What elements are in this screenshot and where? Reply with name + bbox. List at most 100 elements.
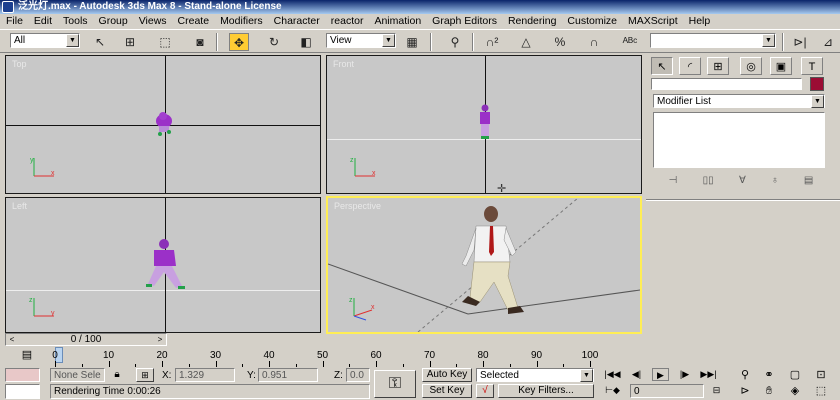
menu-group[interactable]: Group (99, 14, 128, 29)
next-frame-icon[interactable]: |▶ (676, 368, 693, 381)
window-crossing-button[interactable]: ◙ (190, 33, 210, 51)
modifier-stack[interactable] (653, 112, 825, 168)
character-left-view[interactable] (142, 238, 190, 292)
select-and-link-button[interactable]: ⚲ (445, 33, 465, 51)
utilities-tab-icon[interactable]: T (801, 57, 823, 75)
create-tab-icon[interactable]: ↖ (651, 57, 673, 75)
viewport-label[interactable]: Top (12, 59, 27, 69)
menu-character[interactable]: Character (274, 14, 320, 29)
modify-tab-icon[interactable]: ◜ (679, 57, 701, 75)
character-top-view[interactable] (151, 108, 179, 140)
zoom-extents-icon[interactable]: ▢ (786, 368, 804, 382)
pivot-center-button[interactable]: ▦ (402, 33, 422, 51)
auto-key-button[interactable]: Auto Key (422, 368, 472, 382)
time-config-icon[interactable]: ⊟ (708, 384, 725, 397)
z-coord-field[interactable]: 0.0 (346, 368, 370, 382)
display-tab-icon[interactable]: ▣ (770, 57, 792, 75)
toolbar-separator (782, 33, 784, 51)
angle-snap-button[interactable]: △ (516, 33, 536, 51)
menu-file[interactable]: File (6, 14, 23, 29)
menu-create[interactable]: Create (178, 14, 210, 29)
configure-sets-icon[interactable]: ▤ (804, 175, 813, 186)
ruler-tick (322, 361, 324, 367)
next-frame-button[interactable]: > (154, 334, 166, 345)
maximize-viewport-icon[interactable]: ⬚ (812, 384, 830, 398)
set-key-button[interactable]: Set Key (422, 384, 472, 398)
viewport-top[interactable]: Top y x (5, 55, 321, 194)
menu-rendering[interactable]: Rendering (508, 14, 556, 29)
named-selection-dropdown[interactable]: ▼ (650, 33, 776, 48)
rectangle-selection-button[interactable]: ⬚ (155, 33, 175, 51)
motion-tab-icon[interactable]: ◎ (740, 57, 762, 75)
menu-help[interactable]: Help (689, 14, 711, 29)
lock-icon[interactable]: 🔒︎ (110, 368, 124, 382)
menu-views[interactable]: Views (139, 14, 167, 29)
menu-maxscript[interactable]: MAXScript (628, 14, 678, 29)
key-mode-toggle-icon[interactable]: ⊢◆ (604, 384, 621, 397)
current-frame-field[interactable]: 0 (630, 384, 704, 398)
menu-customize[interactable]: Customize (567, 14, 617, 29)
x-coord-label: X: (162, 370, 172, 381)
default-in-out-tangent-icon[interactable]: √ (476, 384, 494, 398)
arc-rotate-icon[interactable]: ◈ (786, 384, 804, 398)
max-listener-mini[interactable] (5, 368, 40, 382)
menu-animation[interactable]: Animation (374, 14, 421, 29)
time-slider[interactable]: 0 / 100 < > (5, 333, 167, 346)
x-coord-field[interactable]: 1.329 (175, 368, 235, 382)
viewport-front[interactable]: Front z x ✛ (326, 55, 642, 194)
key-icon: ⚿ (388, 375, 402, 392)
reference-coord-dropdown[interactable]: View ▼ (326, 33, 396, 48)
set-key-mode-button[interactable]: ⚿ (374, 370, 416, 398)
key-mode-dropdown[interactable]: Selected ▼ (476, 368, 594, 382)
zoom-all-icon[interactable]: ⚭ (760, 368, 778, 382)
snaps-toggle-button[interactable]: ∩² (482, 33, 502, 51)
go-to-end-icon[interactable]: ▶▶| (700, 368, 717, 381)
character-perspective-view[interactable] (446, 204, 536, 320)
menu-edit[interactable]: Edit (34, 14, 52, 29)
align-button[interactable]: ⊿ (818, 33, 838, 51)
object-name-field[interactable] (651, 78, 802, 90)
ruler-tick (483, 361, 484, 367)
select-by-name-button[interactable]: ⊞ (120, 33, 140, 51)
axis-x-label: x (51, 170, 55, 177)
character-front-view[interactable] (475, 104, 495, 142)
viewport-label[interactable]: Left (12, 201, 27, 211)
select-and-scale-button[interactable]: ◧ (296, 33, 316, 51)
viewport-perspective[interactable]: Perspective z x (326, 196, 642, 334)
select-and-move-button[interactable]: ✥ (229, 33, 249, 51)
menu-tools[interactable]: Tools (63, 14, 88, 29)
absolute-mode-toggle-icon[interactable]: ⊞ (136, 368, 154, 382)
select-object-button[interactable]: ↖ (90, 33, 110, 51)
spinner-snap-button[interactable]: ∩ (584, 33, 604, 51)
play-icon[interactable]: ▶ (652, 368, 669, 381)
hierarchy-tab-icon[interactable]: ⊞ (707, 57, 729, 75)
go-to-start-icon[interactable]: |◀◀ (604, 368, 621, 381)
modifier-list-dropdown[interactable]: Modifier List ▼ (653, 94, 825, 108)
select-and-rotate-button[interactable]: ↻ (264, 33, 284, 51)
zoom-extents-all-icon[interactable]: ⊡ (812, 368, 830, 382)
y-coord-field[interactable]: 0.951 (258, 368, 318, 382)
viewport-label[interactable]: Front (333, 59, 354, 69)
track-bar[interactable]: 0 10 20 30 40 50 60 70 80 90 100 (52, 347, 598, 367)
menu-graph-editors[interactable]: Graph Editors (432, 14, 497, 29)
max-listener-input[interactable] (5, 384, 40, 399)
pin-stack-icon[interactable]: ⊣ (669, 175, 678, 186)
viewport-left[interactable]: Left z y (5, 197, 321, 333)
prev-frame-button[interactable]: < (6, 334, 18, 345)
edit-named-selection-button[interactable]: ᴬᴮᶜ (620, 33, 640, 51)
make-unique-icon[interactable]: ∀ (739, 175, 746, 186)
pan-icon[interactable]: ✋︎ (760, 384, 778, 398)
field-of-view-icon[interactable]: ⊳ (736, 384, 754, 398)
mirror-button[interactable]: ⊳| (790, 33, 810, 51)
zoom-icon[interactable]: ⚲ (736, 368, 754, 382)
percent-snap-button[interactable]: % (550, 33, 570, 51)
remove-modifier-icon[interactable]: ♁ (771, 175, 779, 186)
menu-reactor[interactable]: reactor (331, 14, 364, 29)
key-filters-button[interactable]: Key Filters... (498, 384, 594, 398)
selection-filter-dropdown[interactable]: All ▼ (10, 33, 80, 48)
track-view-toggle-icon[interactable]: ▤ (16, 348, 38, 362)
show-end-result-icon[interactable]: ▯▯ (703, 175, 714, 186)
object-color-swatch[interactable] (810, 77, 824, 91)
menu-modifiers[interactable]: Modifiers (220, 14, 263, 29)
previous-frame-icon[interactable]: ◀| (628, 368, 645, 381)
